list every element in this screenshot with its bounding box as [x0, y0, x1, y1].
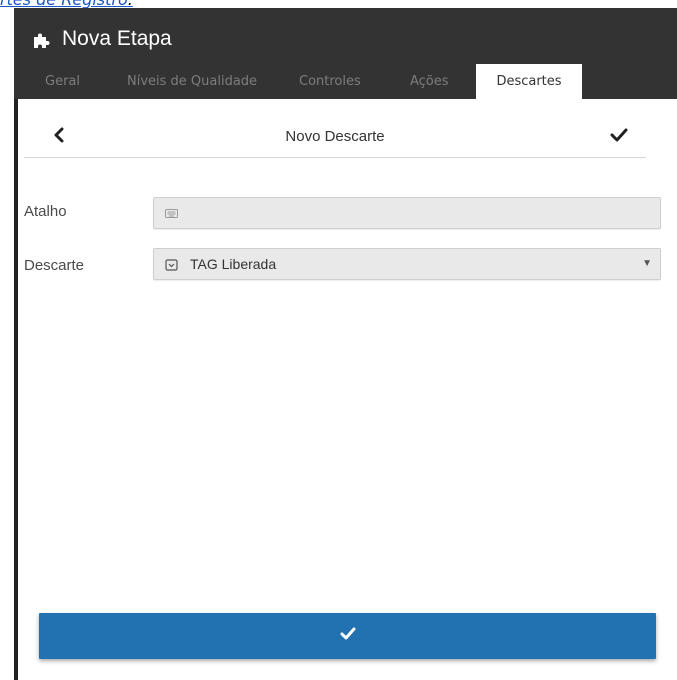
tab-geral[interactable]: Geral [45, 64, 80, 99]
check-icon [610, 128, 628, 147]
tab-niveis-de-qualidade[interactable]: Níveis de Qualidade [127, 64, 257, 99]
tab-acoes[interactable]: Ações [410, 64, 449, 99]
tab-controles[interactable]: Controles [299, 64, 361, 99]
modal-left-border [14, 99, 18, 680]
descarte-selected-value: TAG Liberada [190, 256, 277, 272]
subheader-title: Novo Descarte [285, 128, 385, 145]
keyboard-icon [165, 207, 178, 219]
descarte-label: Descarte [24, 257, 85, 274]
modal-title-text: Nova Etapa [62, 27, 172, 50]
chevron-down-icon: ▼ [642, 258, 652, 269]
puzzle-icon [32, 29, 52, 49]
chevron-left-icon [53, 127, 65, 148]
check-icon [340, 627, 356, 645]
modal-header: Nova Etapa Geral Níveis de Qualidade Con… [14, 8, 677, 99]
page-link[interactable]: rtes de Registro. [0, 0, 133, 8]
subheader: Novo Descarte [24, 116, 646, 158]
nova-etapa-modal: Nova Etapa Geral Níveis de Qualidade Con… [14, 8, 677, 680]
tab-descartes[interactable]: Descartes [476, 64, 582, 99]
modal-title: Nova Etapa [32, 24, 172, 54]
descarte-select[interactable]: TAG Liberada ▼ [153, 248, 661, 280]
tab-bar: Geral Níveis de Qualidade Controles Açõe… [14, 64, 677, 99]
atalho-field[interactable] [153, 197, 661, 230]
list-box-icon [165, 258, 178, 271]
back-button[interactable] [46, 124, 72, 150]
confirm-footer-button[interactable] [39, 613, 656, 659]
atalho-label: Atalho [24, 203, 67, 220]
atalho-input[interactable] [190, 198, 654, 230]
confirm-button[interactable] [606, 124, 632, 150]
